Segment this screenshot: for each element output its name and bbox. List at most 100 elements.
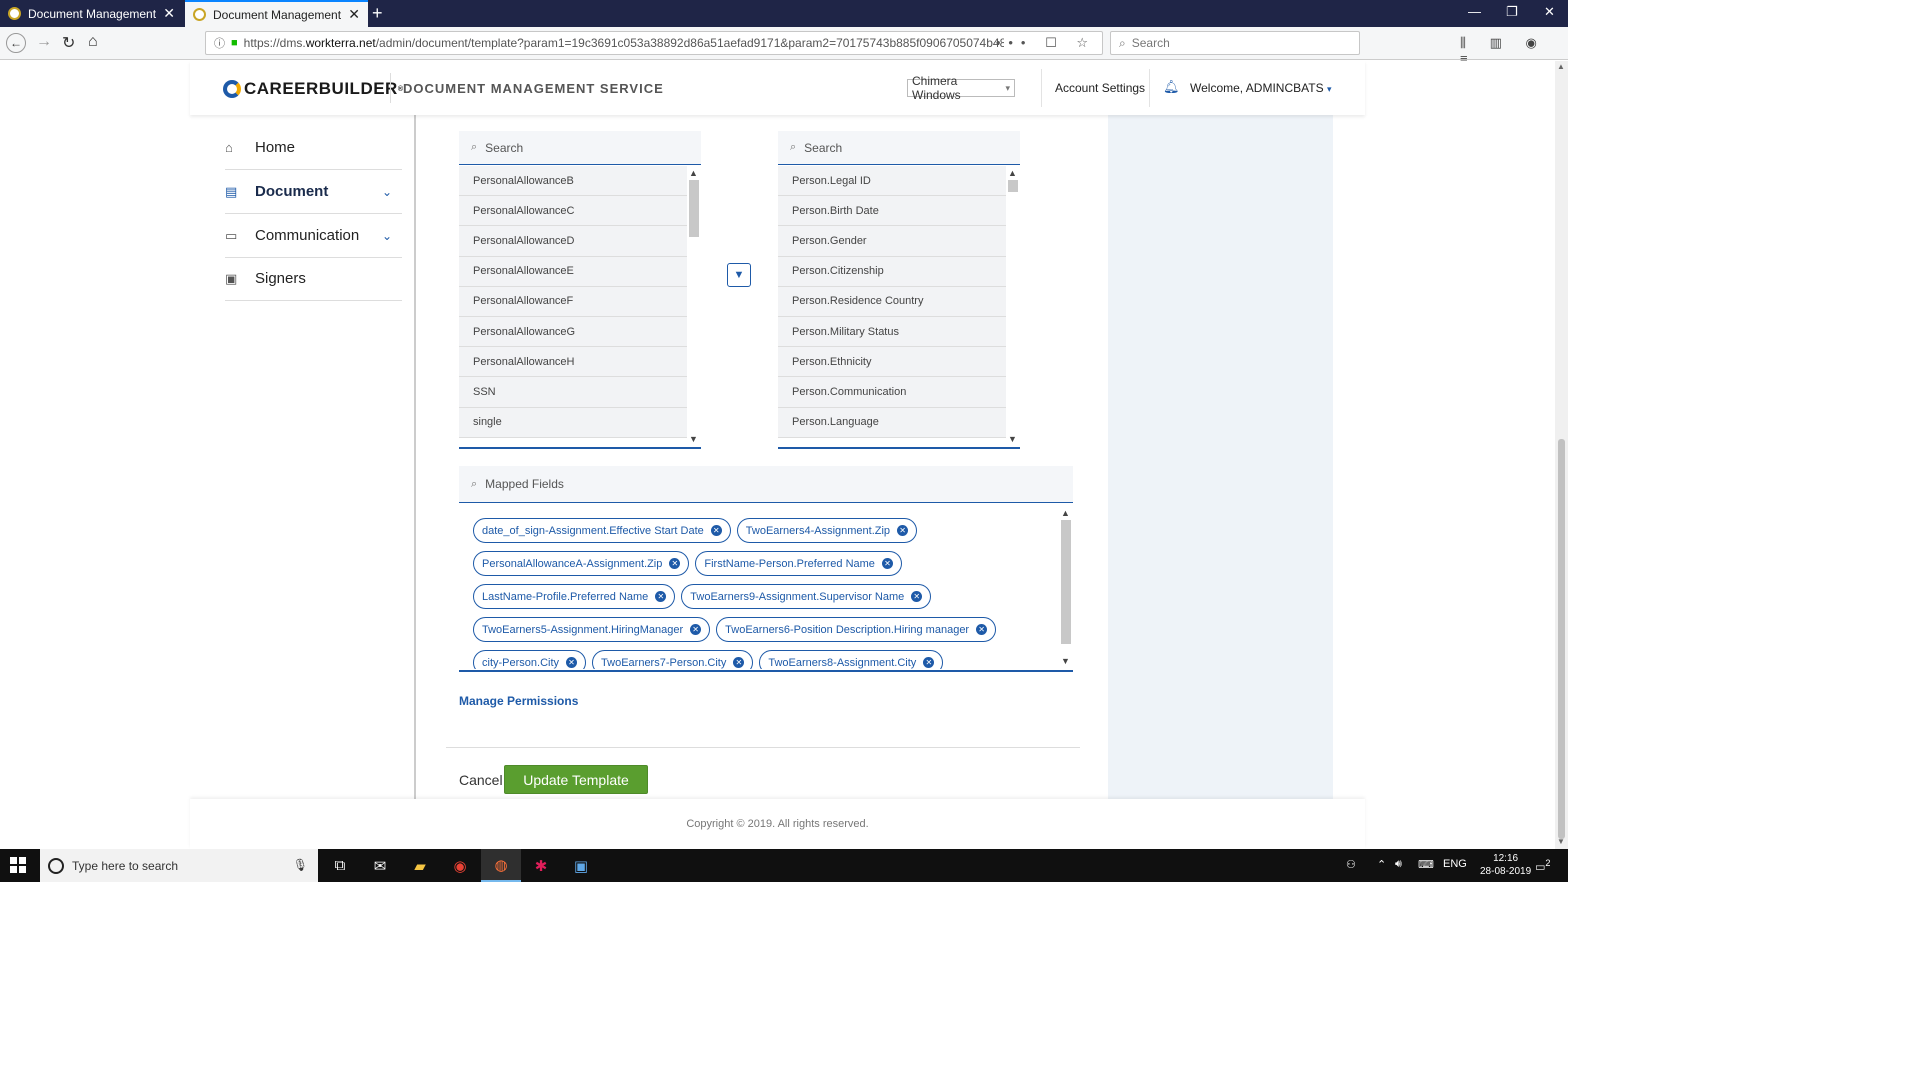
- remove-icon[interactable]: ✕: [566, 657, 578, 668]
- scroll-down-icon: ▼: [689, 434, 698, 444]
- browser-tab[interactable]: Document Management Servic ✕: [0, 0, 183, 27]
- chip-label: TwoEarners8-Assignment.City: [768, 656, 917, 669]
- mapped-field-chip[interactable]: TwoEarners7-Person.City ✕: [592, 650, 754, 669]
- mapped-field-chip[interactable]: TwoEarners4-Assignment.Zip ✕: [736, 518, 918, 543]
- favicon-icon: [193, 8, 206, 21]
- slack-icon[interactable]: ✱: [521, 849, 561, 882]
- remove-icon[interactable]: ✕: [733, 657, 745, 668]
- restore-icon[interactable]: ❐: [1506, 4, 1518, 20]
- search-icon: ⌕: [471, 477, 478, 490]
- user-menu[interactable]: Welcome, ADMINCBATS ▾: [1190, 81, 1331, 95]
- sidebar-item-home[interactable]: ⌂ Home: [225, 126, 402, 170]
- bell-icon[interactable]: 🔔︎: [1163, 79, 1180, 95]
- list-item[interactable]: PersonalAllowanceF: [459, 286, 687, 317]
- new-tab-button[interactable]: +: [372, 3, 383, 24]
- sidebar-item-signers[interactable]: ▣ Signers: [225, 257, 402, 301]
- app-header: CAREERBUILDER ® DOCUMENT MANAGEMENT SERVI…: [190, 61, 1365, 115]
- list-item[interactable]: PersonalAllowanceC: [459, 196, 687, 227]
- sidebar-item-document[interactable]: ▤ Document ⌄: [225, 170, 402, 214]
- update-template-button[interactable]: Update Template: [504, 765, 648, 794]
- list-item[interactable]: Person.Citizenship: [778, 256, 1006, 287]
- chip-label: FirstName-Person.Preferred Name: [704, 557, 875, 570]
- source-search-input[interactable]: ⌕ Search: [459, 131, 701, 165]
- remove-icon[interactable]: ✕: [923, 657, 935, 668]
- remove-icon[interactable]: ✕: [690, 624, 702, 635]
- remove-icon[interactable]: ✕: [976, 624, 988, 635]
- list-item[interactable]: SSN: [459, 377, 687, 408]
- mail-app-icon[interactable]: ✉: [360, 849, 400, 882]
- mapped-field-chip[interactable]: TwoEarners8-Assignment.City ✕: [759, 650, 944, 669]
- people-icon[interactable]: ⚇: [1346, 858, 1356, 871]
- chrome-icon[interactable]: ◉: [440, 849, 480, 882]
- list-item[interactable]: single: [459, 407, 687, 438]
- list-item[interactable]: PersonalAllowanceH: [459, 347, 687, 378]
- mapped-field-chip[interactable]: city-Person.City ✕: [473, 650, 587, 669]
- url-bar[interactable]: ⓘ ■ https://dms.workterra.net/admin/docu…: [205, 31, 1103, 55]
- mapped-scrollbar[interactable]: ▲ ▼: [1059, 506, 1073, 670]
- list-item[interactable]: Person.Residence Country: [778, 286, 1006, 317]
- task-view-icon[interactable]: ⧉: [320, 849, 360, 882]
- sidebar-item-communication[interactable]: ▭ Communication ⌄: [225, 214, 402, 258]
- remove-icon[interactable]: ✕: [881, 558, 893, 569]
- list-item[interactable]: Person.Gender: [778, 226, 1006, 257]
- forward-icon[interactable]: →: [36, 33, 52, 51]
- keyboard-icon[interactable]: ⌨: [1418, 858, 1434, 871]
- list-item[interactable]: Person.Military Status: [778, 316, 1006, 348]
- windows-start-icon[interactable]: [10, 857, 26, 873]
- list-item[interactable]: PersonalAllowanceB: [459, 166, 687, 197]
- account-settings-link[interactable]: Account Settings: [1055, 81, 1145, 95]
- volume-icon[interactable]: 🔊︎: [1395, 858, 1402, 871]
- minimize-icon[interactable]: —: [1468, 4, 1481, 19]
- browser-tab-active[interactable]: Document Management Servic ✕: [185, 0, 368, 27]
- list-item[interactable]: Person.Ethnicity: [778, 347, 1006, 378]
- list-item[interactable]: PersonalAllowanceG: [459, 316, 687, 348]
- remove-icon[interactable]: ✕: [911, 591, 923, 602]
- close-tab-icon[interactable]: ✕: [348, 6, 360, 23]
- mapped-field-chip[interactable]: date_of_sign-Assignment.Effective Start …: [473, 518, 731, 543]
- list-item[interactable]: Person.Language: [778, 407, 1006, 438]
- remove-icon[interactable]: ✕: [655, 591, 667, 602]
- back-icon[interactable]: ←: [6, 33, 26, 53]
- remove-icon[interactable]: ✕: [897, 525, 909, 536]
- mapped-field-chip[interactable]: TwoEarners5-Assignment.HiringManager ✕: [473, 617, 711, 642]
- mapped-field-chip[interactable]: PersonalAllowanceA-Assignment.Zip ✕: [473, 551, 690, 576]
- remove-icon[interactable]: ✕: [669, 558, 681, 569]
- target-search-input[interactable]: ⌕ Search: [778, 131, 1020, 165]
- close-tab-icon[interactable]: ✕: [163, 5, 175, 22]
- source-scrollbar[interactable]: ▲ ▼: [687, 166, 701, 447]
- mapped-fields-search[interactable]: ⌕ Mapped Fields: [459, 466, 1073, 503]
- home-icon[interactable]: ⌂: [88, 33, 98, 51]
- browser-search-input[interactable]: ⌕ Search: [1110, 31, 1360, 55]
- remove-icon[interactable]: ✕: [710, 525, 722, 536]
- microphone-icon[interactable]: 🎙︎: [293, 858, 308, 872]
- manage-permissions-link[interactable]: Manage Permissions: [459, 694, 578, 708]
- notifications-icon[interactable]: ▭2: [1535, 858, 1551, 874]
- mapped-field-chip[interactable]: TwoEarners6-Position Description.Hiring …: [716, 617, 997, 642]
- page-actions-icon[interactable]: ••• ☐ ☆: [996, 35, 1096, 51]
- page-scrollbar[interactable]: ▲ ▼: [1555, 61, 1568, 849]
- firefox-icon[interactable]: ◍: [481, 849, 521, 882]
- target-scrollbar[interactable]: ▲ ▼: [1006, 166, 1020, 447]
- reload-icon[interactable]: ↻: [62, 33, 75, 53]
- mapped-field-chip[interactable]: FirstName-Person.Preferred Name ✕: [695, 551, 902, 576]
- map-fields-button[interactable]: ▼: [727, 263, 751, 287]
- list-item[interactable]: Person.Communication: [778, 377, 1006, 408]
- terminal-app-icon[interactable]: ▣: [561, 849, 601, 882]
- info-icon[interactable]: ⓘ: [214, 35, 225, 51]
- source-field-list: ⌕ Search PersonalAllowanceB PersonalAllow…: [459, 131, 701, 449]
- tray-chevron-icon[interactable]: ⌃: [1377, 858, 1386, 871]
- list-item[interactable]: Person.Birth Date: [778, 196, 1006, 227]
- list-item[interactable]: Person.Legal ID: [778, 166, 1006, 197]
- mapped-field-chip[interactable]: LastName-Profile.Preferred Name ✕: [473, 584, 676, 609]
- language-indicator[interactable]: ENG: [1443, 858, 1467, 870]
- list-item[interactable]: PersonalAllowanceE: [459, 256, 687, 287]
- company-select[interactable]: Chimera Windows ▾: [907, 74, 1015, 102]
- clock[interactable]: 12:16 28-08-2019: [1480, 852, 1531, 878]
- file-explorer-icon[interactable]: ▰: [400, 849, 440, 882]
- close-window-icon[interactable]: ✕: [1544, 4, 1555, 20]
- list-item[interactable]: PersonalAllowanceD: [459, 226, 687, 257]
- careerbuilder-logo[interactable]: CAREERBUILDER ®: [223, 79, 404, 99]
- taskbar-search-input[interactable]: Type here to search 🎙︎: [40, 849, 318, 882]
- mapped-field-chip[interactable]: TwoEarners9-Assignment.Supervisor Name ✕: [681, 584, 932, 609]
- cancel-button[interactable]: Cancel: [459, 772, 503, 788]
